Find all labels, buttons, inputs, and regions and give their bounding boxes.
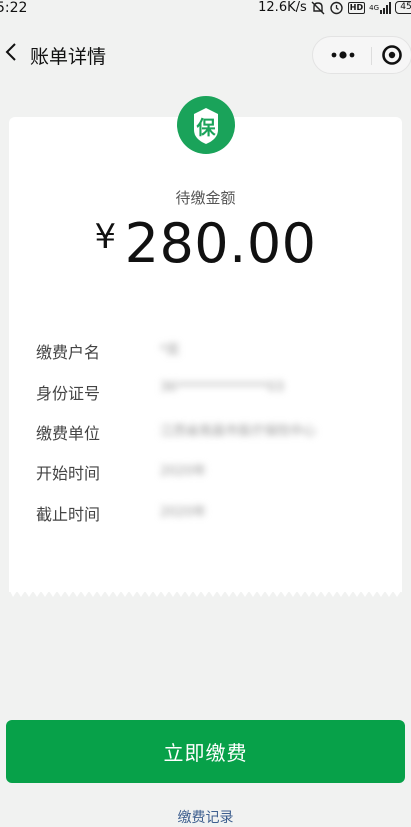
detail-row-id-number: 身份证号 36**************03 [36,380,376,404]
detail-label: 开始时间 [36,464,101,483]
insurance-badge-icon: 保 [177,96,235,154]
currency-symbol: ¥ [94,217,117,257]
amount-value: 280.00 [124,212,317,275]
detail-value: *奕 [160,343,180,358]
detail-label: 缴费户名 [36,343,101,362]
alarm-icon [330,1,343,15]
detail-value: 36**************03 [160,380,285,395]
capsule-divider [371,47,372,65]
status-bar: 5:22 12.6K/s HD 4G 45 [0,0,411,18]
status-icons: 12.6K/s HD 4G 45 [258,0,411,15]
detail-label: 截止时间 [36,505,101,524]
detail-row-payer: 缴费户名 *奕 [36,339,376,363]
network-type: 4G [369,3,379,12]
detail-row-start-time: 开始时间 2020年 [36,460,376,484]
detail-value: 江西省南昌市医疗保险中心 [160,424,317,439]
detail-value: 2020年 [160,464,207,479]
nav-bar: 账单详情 [0,30,411,78]
back-chevron-icon[interactable] [4,42,20,62]
more-dots-icon[interactable] [321,37,365,73]
amount-display: ¥280.00 [0,212,411,275]
detail-value: 2020年 [160,505,207,520]
page-title: 账单详情 [30,46,107,68]
mute-bell-icon [311,1,325,14]
mini-program-capsule [312,36,411,74]
pay-now-button[interactable]: 立即缴费 [6,720,405,783]
detail-row-unit: 缴费单位 江西省南昌市医疗保险中心 [36,420,376,444]
signal-icon [380,1,391,14]
detail-label: 缴费单位 [36,424,101,443]
payment-records-link[interactable]: 缴费记录 [0,807,411,827]
target-close-icon[interactable] [377,37,411,73]
badge-char: 保 [195,116,216,139]
detail-row-end-time: 截止时间 2020年 [36,501,376,525]
battery-icon: 45 [395,1,411,14]
net-speed: 12.6K/s [258,0,307,15]
amount-label: 待缴金额 [175,189,236,207]
detail-label: 身份证号 [36,384,101,403]
status-time: 5:22 [0,0,28,16]
receipt-edge [9,589,402,597]
hd-icon: HD [347,1,366,14]
